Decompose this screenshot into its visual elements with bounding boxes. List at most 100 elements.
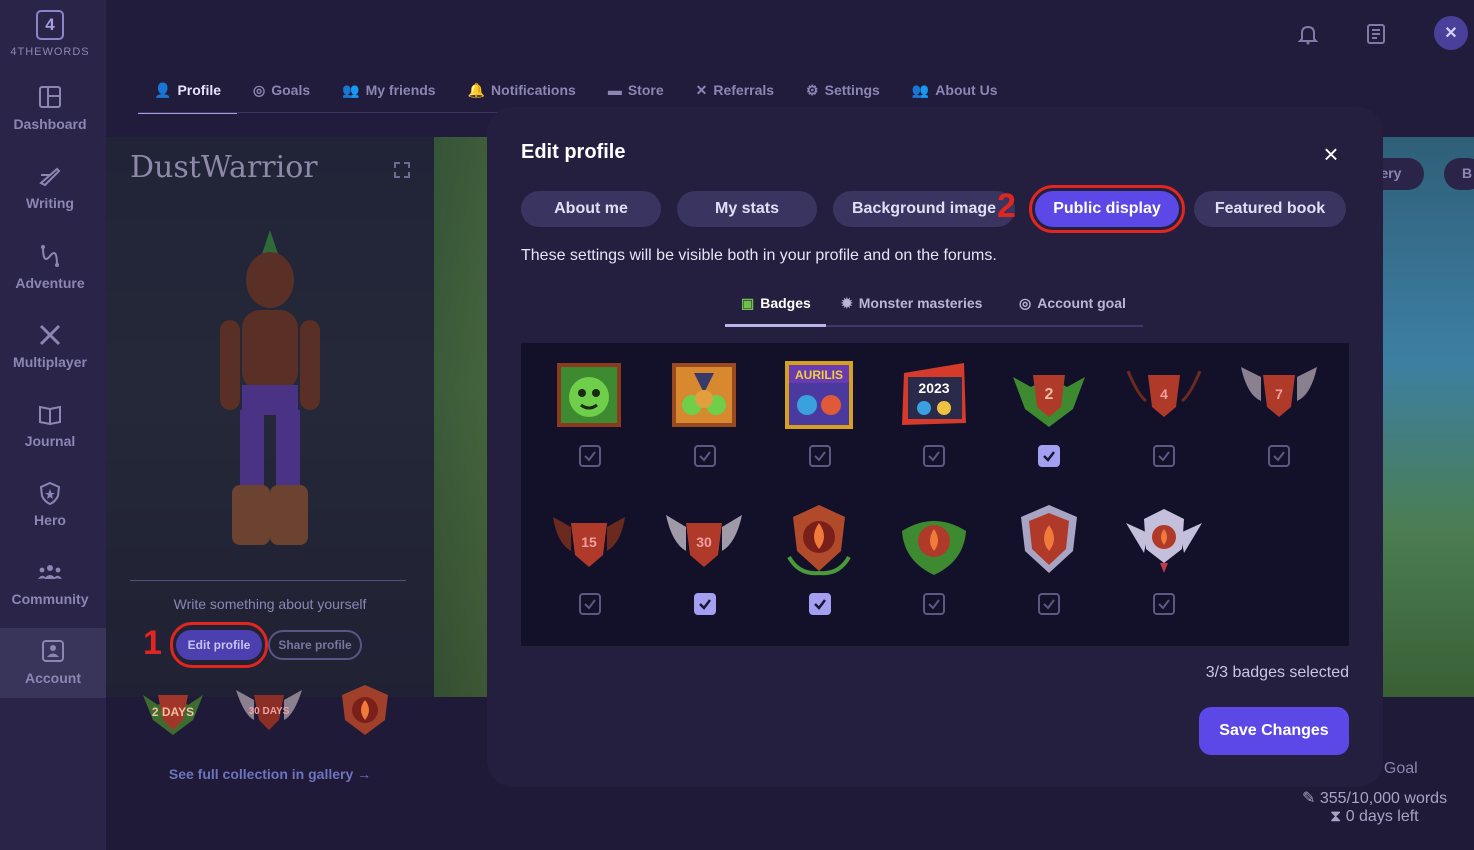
subtab-account-goal[interactable]: ◎ Account goal bbox=[1019, 295, 1126, 327]
sidebar-item-label: Adventure bbox=[15, 275, 85, 291]
badge-checkbox[interactable] bbox=[1038, 593, 1060, 615]
logo-text: 4THEWORDS bbox=[10, 46, 90, 58]
svg-text:4: 4 bbox=[1160, 386, 1168, 402]
badge-checkbox[interactable] bbox=[923, 445, 945, 467]
about-placeholder: Write something about yourself bbox=[173, 596, 367, 612]
annotation-step-1: 1 bbox=[143, 624, 162, 662]
sidebar-item-journal[interactable]: Journal bbox=[0, 401, 100, 449]
modal-description: These settings will be visible both in y… bbox=[521, 247, 997, 264]
sidebar-item-community[interactable]: Community bbox=[0, 559, 100, 607]
badges-grid: AURILIS 2023 2 4 7 15 30 bbox=[521, 343, 1349, 646]
close-icon[interactable]: × bbox=[1319, 141, 1343, 167]
user-icon: 👤 bbox=[154, 82, 172, 98]
svg-text:2: 2 bbox=[1045, 386, 1054, 403]
adventure-icon bbox=[41, 245, 59, 267]
store-icon: ▬ bbox=[607, 82, 622, 98]
gear-icon: ⚙ bbox=[806, 82, 819, 98]
badge-green-monster[interactable] bbox=[549, 355, 629, 435]
tab-my-friends[interactable]: 👥 My friends bbox=[326, 76, 451, 114]
subtab-active-indicator bbox=[725, 324, 826, 327]
group-icon: 👥 bbox=[911, 82, 930, 98]
svg-text:30 DAYS: 30 DAYS bbox=[249, 706, 290, 717]
edit-profile-modal: Edit profile × About me My stats Backgro… bbox=[487, 107, 1383, 787]
mini-badge-flame bbox=[342, 685, 388, 735]
tab-my-stats[interactable]: My stats bbox=[677, 191, 817, 227]
badge-checkbox[interactable] bbox=[579, 445, 601, 467]
logo[interactable]: 4 4THEWORDS bbox=[0, 10, 100, 58]
sidebar-item-account[interactable]: Account bbox=[0, 628, 106, 698]
share-profile-button[interactable]: Share profile bbox=[268, 630, 362, 660]
svg-text:2023: 2023 bbox=[918, 380, 949, 396]
badge-checkbox[interactable] bbox=[1153, 445, 1175, 467]
badge-icon: ▣ bbox=[741, 295, 755, 311]
badges-selected-count: 3/3 badges selected bbox=[1205, 664, 1349, 681]
bell-icon[interactable] bbox=[1296, 22, 1320, 46]
monster-icon: ✹ bbox=[841, 295, 853, 311]
sidebar-item-label: Account bbox=[25, 670, 81, 686]
target-icon: ◎ bbox=[1019, 295, 1032, 311]
badge-flame-vines[interactable] bbox=[894, 501, 974, 581]
target-icon: ◎ bbox=[253, 82, 266, 98]
tab-featured-book[interactable]: Featured book bbox=[1194, 191, 1346, 227]
news-icon[interactable] bbox=[1364, 22, 1388, 46]
goal-words: ✎ 355/10,000 words bbox=[1302, 790, 1448, 807]
river-strip bbox=[1383, 137, 1474, 697]
sidebar-item-multiplayer[interactable]: Multiplayer bbox=[0, 322, 100, 370]
sidebar-item-label: Hero bbox=[34, 512, 66, 528]
forest-strip bbox=[434, 137, 494, 697]
hourglass-icon: ⧗ bbox=[1330, 808, 1346, 825]
badge-checkbox-checked[interactable] bbox=[809, 593, 831, 615]
hero-icon bbox=[39, 481, 61, 506]
tab-background-image[interactable]: Background image bbox=[833, 191, 1015, 227]
dashboard-icon bbox=[39, 86, 61, 108]
sidebar-item-writing[interactable]: Writing bbox=[0, 163, 100, 211]
badge-checkbox-checked[interactable] bbox=[694, 593, 716, 615]
badge-4-days[interactable]: 4 bbox=[1124, 355, 1204, 435]
badge-7-days[interactable]: 7 bbox=[1239, 355, 1319, 435]
badge-checkbox[interactable] bbox=[694, 445, 716, 467]
badge-checkbox[interactable] bbox=[809, 445, 831, 467]
badge-30-days[interactable]: 30 bbox=[664, 503, 744, 583]
save-changes-button[interactable]: Save Changes bbox=[1199, 707, 1349, 755]
mini-badge-2-days: 2 DAYS bbox=[143, 695, 203, 735]
badge-flame-green[interactable] bbox=[779, 499, 859, 579]
tab-goals[interactable]: ◎ Goals bbox=[237, 76, 326, 114]
badge-aurilis[interactable]: AURILIS bbox=[779, 355, 859, 435]
user-avatar[interactable]: ✕ bbox=[1434, 16, 1468, 50]
badge-15-days[interactable]: 15 bbox=[549, 503, 629, 583]
sidebar-item-adventure[interactable]: Adventure bbox=[0, 243, 100, 291]
journal-icon bbox=[39, 405, 61, 426]
badge-checkbox-checked[interactable] bbox=[1038, 445, 1060, 467]
badge-halloween-group[interactable] bbox=[664, 355, 744, 435]
badge-flame-winged[interactable] bbox=[1124, 499, 1204, 579]
svg-text:2 DAYS: 2 DAYS bbox=[152, 705, 194, 719]
hero-avatar bbox=[220, 230, 320, 545]
sidebar-item-hero[interactable]: Hero bbox=[0, 480, 100, 528]
friends-icon: 👥 bbox=[342, 82, 360, 98]
gallery-link[interactable]: See full collection in gallery → bbox=[130, 766, 410, 782]
badge-2023[interactable]: 2023 bbox=[894, 353, 974, 433]
expand-icon[interactable] bbox=[394, 162, 410, 178]
mini-badge-30-days: 30 DAYS bbox=[236, 690, 302, 730]
writing-icon bbox=[39, 167, 61, 187]
badge-checkbox[interactable] bbox=[1268, 445, 1290, 467]
tab-profile[interactable]: 👤 Profile bbox=[138, 76, 238, 114]
subtab-monster-masteries[interactable]: ✹ Monster masteries bbox=[841, 295, 982, 327]
badge-checkbox[interactable] bbox=[1153, 593, 1175, 615]
sidebar-item-label: Writing bbox=[26, 195, 74, 211]
badge-2-days[interactable]: 2 bbox=[1009, 355, 1089, 435]
tab-partial[interactable]: B bbox=[1444, 158, 1474, 190]
annotation-highlight-public-display bbox=[1029, 185, 1185, 233]
bell-icon: 🔔 bbox=[467, 82, 486, 98]
tab-about-me[interactable]: About me bbox=[521, 191, 661, 227]
annotation-step-2: 2 bbox=[997, 187, 1016, 225]
subtab-badges[interactable]: ▣ Badges bbox=[741, 295, 811, 327]
sidebar-item-dashboard[interactable]: Dashboard bbox=[0, 84, 100, 132]
sidebar: 4 4THEWORDS Dashboard Writing Adventure … bbox=[0, 0, 106, 850]
badge-checkbox[interactable] bbox=[579, 593, 601, 615]
badge-flame-silver[interactable] bbox=[1009, 499, 1089, 579]
badge-checkbox[interactable] bbox=[923, 593, 945, 615]
sidebar-item-label: Multiplayer bbox=[13, 354, 87, 370]
pencil-icon: ✎ bbox=[1302, 790, 1320, 807]
svg-text:AURILIS: AURILIS bbox=[795, 368, 843, 382]
